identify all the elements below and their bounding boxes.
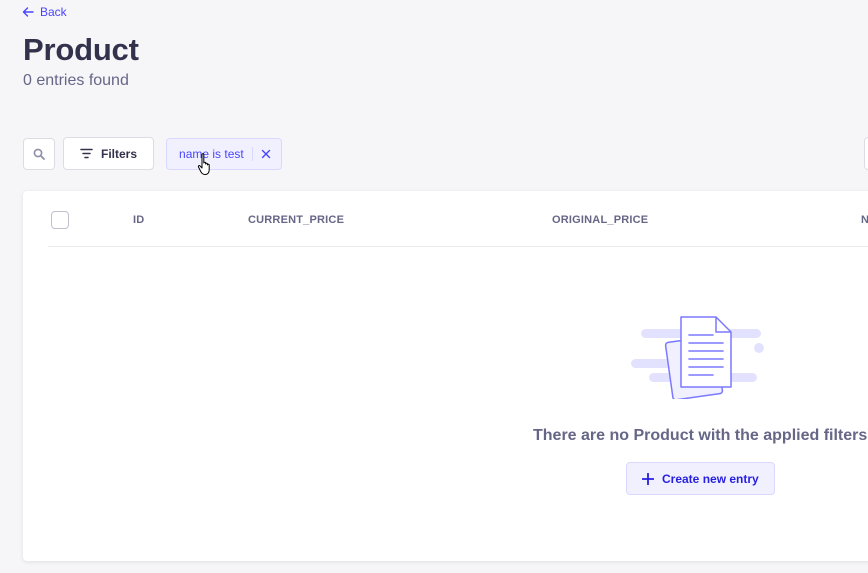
- back-label: Back: [40, 5, 67, 19]
- create-new-entry-button[interactable]: Create new entry: [626, 462, 775, 495]
- close-icon[interactable]: [261, 149, 271, 159]
- back-link[interactable]: Back: [22, 5, 67, 19]
- select-all-checkbox[interactable]: [51, 211, 69, 229]
- filter-tag-divider: [251, 146, 253, 161]
- filters-label: Filters: [101, 146, 138, 161]
- filters-button[interactable]: Filters: [63, 137, 155, 170]
- column-name[interactable]: N: [861, 214, 868, 226]
- create-new-entry-label: Create new entry: [662, 471, 759, 486]
- plus-icon: [642, 472, 654, 485]
- page-title: Product: [23, 32, 139, 67]
- column-current-price[interactable]: CURRENT_PRICE: [248, 214, 344, 226]
- settings-button[interactable]: [864, 137, 868, 170]
- entries-count: 0 entries found: [23, 72, 129, 89]
- active-filter-label: name is test: [179, 146, 244, 161]
- documents-illustration: [631, 316, 764, 399]
- column-id[interactable]: ID: [133, 214, 144, 226]
- active-filter-tag[interactable]: name is test: [166, 137, 282, 170]
- content-panel: ID CURRENT_PRICE ORIGINAL_PRICE N There …: [23, 191, 868, 561]
- arrow-left-icon: [22, 7, 34, 17]
- column-original-price[interactable]: ORIGINAL_PRICE: [552, 214, 648, 226]
- search-icon: [33, 148, 45, 160]
- empty-state-message: There are no Product with the applied fi…: [533, 427, 868, 444]
- toolbar: Filters name is test: [23, 137, 282, 170]
- table-header: ID CURRENT_PRICE ORIGINAL_PRICE N: [48, 191, 868, 247]
- filter-icon: [80, 148, 93, 159]
- search-button[interactable]: [23, 137, 55, 170]
